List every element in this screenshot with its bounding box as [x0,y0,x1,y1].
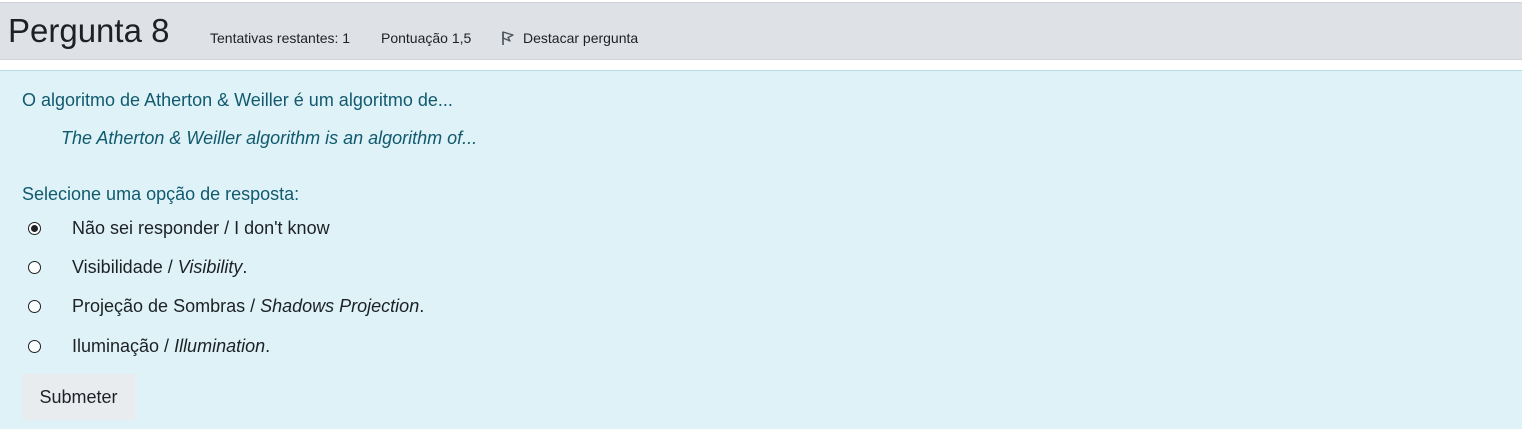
answer-option-dont-know[interactable]: Não sei responder / I don't know [28,216,330,240]
submit-button[interactable]: Submeter [22,374,135,420]
answer-option-illumination[interactable]: Iluminação / Illumination. [28,334,270,358]
radio-button-visibility[interactable] [28,260,41,274]
question-score: Pontuação 1,5 [381,30,472,46]
question-text-english: The Atherton & Weiller algorithm is an a… [61,128,478,148]
answer-option-visibility[interactable]: Visibilidade / Visibility. [28,255,247,279]
flag-question-label: Destacar pergunta [523,30,639,46]
radio-button-shadows-projection[interactable] [28,299,41,313]
attempts-remaining: Tentativas restantes: 1 [210,30,351,46]
flag-icon [500,29,516,47]
answer-option-label: Não sei responder / I don't know [72,217,330,238]
question-title: Pergunta 8 [8,12,170,49]
answer-option-label: Projeção de Sombras / Shadows Projection… [72,295,425,316]
question-text: O algoritmo de Atherton & Weiller é um a… [22,90,453,110]
answer-option-label: Iluminação / Illumination. [72,335,271,356]
radio-button-illumination[interactable] [28,339,41,353]
flag-question-link[interactable]: Destacar pergunta [500,27,638,49]
answer-option-label: Visibilidade / Visibility. [72,256,248,277]
question-content: O algoritmo de Atherton & Weiller é um a… [0,70,1522,429]
radio-button-dont-know[interactable] [28,221,41,235]
answer-option-shadows-projection[interactable]: Projeção de Sombras / Shadows Projection… [28,294,424,318]
answer-prompt: Selecione uma opção de resposta: [22,184,300,204]
question-header: Pergunta 8 Tentativas restantes: 1 Pontu… [0,2,1522,60]
